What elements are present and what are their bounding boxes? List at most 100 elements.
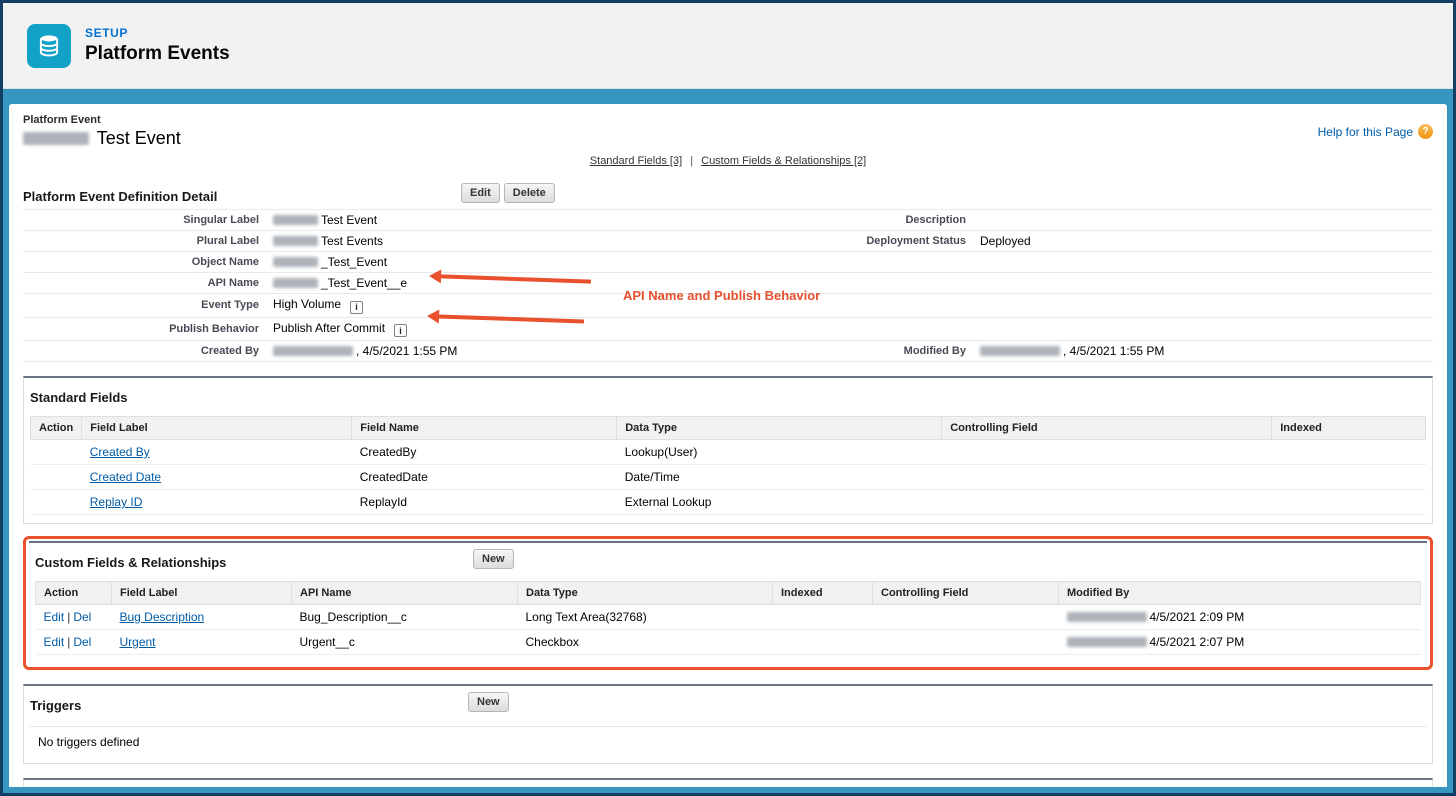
triggers-buttons: New	[468, 692, 509, 712]
field-value: _Test_Event	[271, 252, 723, 273]
redacted-name	[273, 278, 318, 288]
header-page-title: Platform Events	[85, 43, 230, 65]
controlling-field-cell	[873, 630, 1059, 655]
section-quick-links: Standard Fields [3] | Custom Fields & Re…	[23, 155, 1433, 167]
column-header: Modified By	[1059, 582, 1421, 605]
field-label: Deployment Status	[723, 231, 978, 252]
info-icon[interactable]	[394, 324, 407, 337]
quicklink-custom-fields[interactable]: Custom Fields & Relationships [2]	[701, 155, 866, 167]
action-cell: Edit|Del	[36, 630, 112, 655]
redacted-name	[23, 132, 89, 145]
entity-title-text: Test Event	[97, 128, 181, 148]
info-icon[interactable]	[350, 301, 363, 314]
table-row: Edit|Del Bug Description Bug_Description…	[36, 605, 1421, 630]
field-label-cell: Created Date	[82, 465, 352, 490]
help-link[interactable]: Help for this Page	[1318, 125, 1413, 139]
action-cell	[31, 465, 82, 490]
table-header-row: Action Field Label Field Name Data Type …	[31, 417, 1426, 440]
field-name-cell: CreatedDate	[352, 465, 617, 490]
field-value	[978, 210, 1433, 231]
indexed-cell	[1272, 440, 1426, 465]
detail-row-singular-label: Singular Label Test Event Description	[23, 210, 1433, 231]
annotation-text: API Name and Publish Behavior	[623, 288, 820, 303]
field-value	[978, 317, 1433, 341]
field-value	[978, 252, 1433, 273]
page-head: Platform Event Test Event Help for this …	[23, 114, 1433, 149]
custom-fields-header: Custom Fields & Relationships New	[35, 549, 1421, 575]
entity-title: Test Event	[23, 128, 181, 149]
delete-button[interactable]: Delete	[504, 183, 555, 203]
field-value	[978, 294, 1433, 318]
field-value	[978, 273, 1433, 294]
modified-by-cell: 4/5/2021 2:09 PM	[1059, 605, 1421, 630]
field-name-cell: ReplayId	[352, 490, 617, 515]
redacted-name	[1067, 612, 1147, 622]
field-label: Plural Label	[23, 231, 271, 252]
triggers-section: Triggers New No triggers defined	[23, 684, 1433, 764]
edit-link[interactable]: Edit	[44, 635, 65, 649]
page-canvas: Platform Event Test Event Help for this …	[3, 89, 1453, 793]
definition-detail-title: Platform Event Definition Detail	[23, 189, 217, 204]
column-header: Data Type	[617, 417, 942, 440]
detail-row-plural-label: Plural Label Test Events Deployment Stat…	[23, 231, 1433, 252]
field-link[interactable]: Urgent	[120, 635, 156, 649]
api-name-cell: Bug_Description__c	[292, 605, 518, 630]
controlling-field-cell	[942, 490, 1272, 515]
new-trigger-button[interactable]: New	[468, 692, 509, 712]
setup-header: SETUP Platform Events	[3, 3, 1453, 89]
indexed-cell	[1272, 490, 1426, 515]
table-header-row: Action Field Label API Name Data Type In…	[36, 582, 1421, 605]
action-separator: |	[67, 635, 70, 649]
custom-fields-section: Custom Fields & Relationships New Action…	[29, 541, 1427, 663]
controlling-field-cell	[873, 605, 1059, 630]
field-label-cell: Replay ID	[82, 490, 352, 515]
action-cell	[31, 440, 82, 465]
edit-button[interactable]: Edit	[461, 183, 500, 203]
detail-row-created-by: Created By , 4/5/2021 1:55 PM Modified B…	[23, 341, 1433, 362]
field-value: Test Events	[271, 231, 723, 252]
platform-events-icon	[27, 24, 71, 68]
field-link[interactable]: Bug Description	[120, 610, 205, 624]
field-link[interactable]: Replay ID	[90, 495, 143, 509]
table-row: Edit|Del Urgent Urgent__c Checkbox 4/5/2…	[36, 630, 1421, 655]
table-row: Created Date CreatedDate Date/Time	[31, 465, 1426, 490]
help-for-this-page[interactable]: Help for this Page	[1318, 124, 1433, 139]
help-question-icon[interactable]	[1418, 124, 1433, 139]
field-label: Modified By	[723, 341, 978, 362]
custom-fields-title: Custom Fields & Relationships	[35, 555, 226, 570]
field-label: Publish Behavior	[23, 317, 271, 341]
field-link[interactable]: Created By	[90, 445, 150, 459]
column-header: Indexed	[1272, 417, 1426, 440]
data-type-cell: Long Text Area(32768)	[518, 605, 773, 630]
field-label: Created By	[23, 341, 271, 362]
field-label	[723, 317, 978, 341]
field-link[interactable]: Created Date	[90, 470, 161, 484]
redacted-name	[980, 346, 1060, 356]
data-type-cell: Lookup(User)	[617, 440, 942, 465]
data-type-cell: Date/Time	[617, 465, 942, 490]
del-link[interactable]: Del	[73, 610, 91, 624]
column-header: Field Name	[352, 417, 617, 440]
table-row: Created By CreatedBy Lookup(User)	[31, 440, 1426, 465]
column-header: Action	[36, 582, 112, 605]
action-cell: Edit|Del	[36, 605, 112, 630]
quicklink-standard-fields[interactable]: Standard Fields [3]	[590, 155, 682, 167]
column-header: Data Type	[518, 582, 773, 605]
column-header: Indexed	[773, 582, 873, 605]
standard-fields-title: Standard Fields	[30, 390, 128, 405]
del-link[interactable]: Del	[73, 635, 91, 649]
field-label: Event Type	[23, 294, 271, 318]
custom-fields-buttons: New	[473, 549, 514, 569]
field-value: Test Event	[271, 210, 723, 231]
controlling-field-cell	[942, 440, 1272, 465]
edit-link[interactable]: Edit	[44, 610, 65, 624]
data-type-cell: Checkbox	[518, 630, 773, 655]
redacted-name	[273, 346, 353, 356]
new-custom-field-button[interactable]: New	[473, 549, 514, 569]
database-icon	[36, 33, 62, 59]
triggers-empty-message: No triggers defined	[30, 726, 1426, 755]
field-label-cell: Created By	[82, 440, 352, 465]
standard-fields-header: Standard Fields	[30, 384, 1426, 410]
standard-fields-section: Standard Fields Action Field Label Field…	[23, 376, 1433, 524]
detail-row-object-name: Object Name _Test_Event	[23, 252, 1433, 273]
